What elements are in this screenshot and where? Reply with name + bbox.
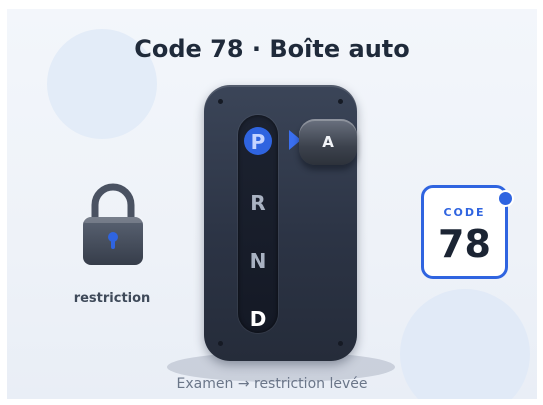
gear-n: N xyxy=(249,249,267,273)
gear-label: P xyxy=(250,130,266,154)
screw-icon xyxy=(338,99,343,104)
gear-slot: P R N D xyxy=(238,115,278,333)
page-title: Code 78 · Boîte auto xyxy=(134,35,410,63)
lock-label: restriction xyxy=(73,291,151,306)
shifter-knob: A xyxy=(299,119,357,165)
gear-p: P xyxy=(238,127,278,155)
code-badge: CODE 78 xyxy=(421,185,508,279)
gear-d: D xyxy=(249,307,267,331)
screw-icon xyxy=(218,99,223,104)
screw-icon xyxy=(218,341,223,346)
badge-heading: CODE xyxy=(443,206,486,219)
badge-dot-icon xyxy=(497,190,514,207)
badge-number: 78 xyxy=(438,222,491,266)
gear-r: R xyxy=(250,191,266,215)
illustration-canvas: Code 78 · Boîte auto restriction P R N D xyxy=(7,9,537,399)
caption: Examen → restriction levée xyxy=(176,376,368,392)
screw-icon xyxy=(338,341,343,346)
padlock-icon xyxy=(83,183,143,265)
